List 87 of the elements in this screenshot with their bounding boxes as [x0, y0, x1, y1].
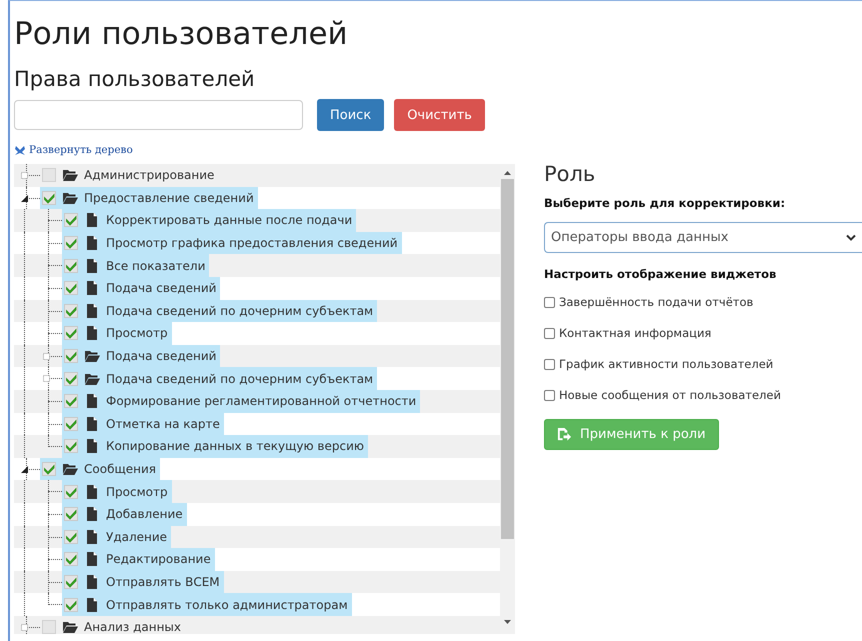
checkbox[interactable] — [64, 213, 78, 228]
tree-node[interactable]: Редактирование — [62, 548, 215, 571]
checkbox-label: Новые сообщения от пользователей — [559, 388, 781, 402]
checkbox[interactable] — [64, 236, 78, 250]
checkbox[interactable] — [64, 598, 78, 612]
tree-node[interactable]: Подача сведений — [62, 276, 220, 300]
tree-node[interactable]: Копирование данных в текущую версию — [62, 435, 368, 458]
field-label: Выберите роль для корректировки: — [544, 196, 786, 210]
checkbox[interactable] — [64, 507, 78, 522]
checkbox[interactable] — [64, 281, 78, 296]
tree-node[interactable]: Подача сведений — [62, 344, 220, 368]
document-icon — [84, 302, 100, 319]
checkbox[interactable] — [64, 372, 78, 386]
collapsed-node-icon[interactable] — [42, 374, 51, 384]
share-arrow-icon — [557, 427, 572, 442]
tree-node[interactable]: Удаление — [62, 526, 172, 548]
checkbox[interactable] — [42, 462, 56, 476]
scrollbar-thumb[interactable] — [501, 179, 514, 539]
role-select[interactable]: Операторы ввода данных — [544, 222, 862, 253]
collapsed-node-icon[interactable] — [20, 622, 29, 632]
document-icon — [84, 528, 100, 545]
section-label: Настроить отображение виджетов — [544, 267, 778, 281]
document-icon — [84, 393, 100, 410]
expand-tree-link[interactable]: Развернуть дерево — [14, 144, 133, 156]
document-icon — [84, 280, 100, 296]
folder-icon — [62, 167, 78, 184]
document-icon — [84, 574, 100, 590]
document-icon — [84, 258, 100, 274]
scroll-down-arrow-icon[interactable] — [503, 618, 512, 626]
checkbox[interactable] — [64, 326, 78, 340]
folder-icon — [62, 461, 78, 478]
page-title: Роли пользователей — [14, 15, 349, 53]
tree-node[interactable]: Все показатели — [62, 254, 210, 277]
tree-node[interactable]: Подача сведений по дочерним субъектам — [62, 367, 378, 390]
checkbox[interactable] — [64, 416, 78, 431]
action-button[interactable]: Поиск — [317, 99, 384, 131]
collapsed-node-icon[interactable] — [20, 171, 29, 180]
document-icon — [84, 212, 100, 228]
document-icon — [84, 325, 100, 342]
tree-node[interactable]: Корректировать данные после подачи — [62, 209, 356, 232]
section-heading: Роль — [544, 162, 596, 186]
tree-node[interactable]: Сообщения — [40, 458, 160, 480]
tree-node[interactable]: Отправлять ВСЕМ — [62, 570, 224, 594]
checkbox[interactable] — [64, 530, 78, 544]
tree-node[interactable]: Просмотр графика предоставления сведений — [62, 232, 402, 254]
search-field[interactable] — [14, 100, 303, 130]
tree-node[interactable]: Добавление — [62, 502, 187, 526]
checkbox[interactable] — [64, 304, 78, 318]
scrollbar[interactable] — [500, 164, 515, 634]
expanded-node-icon[interactable] — [20, 194, 29, 203]
checkbox[interactable] — [64, 484, 78, 499]
checkbox[interactable] — [544, 358, 555, 370]
checkbox-label: Контактная информация — [559, 326, 712, 340]
checkbox[interactable] — [64, 394, 78, 408]
checkbox[interactable] — [64, 258, 78, 273]
checkbox[interactable] — [544, 328, 555, 338]
tree-node[interactable]: Подача сведений по дочерним субъектам — [62, 300, 378, 322]
document-icon — [84, 596, 100, 613]
checkbox[interactable] — [64, 574, 78, 589]
chevron-down-icon — [846, 234, 856, 241]
checkbox-label: График активности пользователей — [559, 357, 774, 371]
tree-node[interactable]: Просмотр — [62, 322, 172, 345]
action-button[interactable]: Очистить — [394, 99, 485, 131]
folder-icon — [84, 348, 100, 364]
checkbox[interactable] — [64, 552, 78, 566]
expanded-node-icon[interactable] — [20, 464, 29, 474]
tree-node[interactable]: Отметка на карте — [62, 412, 224, 436]
tree-node[interactable]: Формирование регламентированной отчетности — [62, 390, 420, 413]
checkbox[interactable] — [544, 390, 555, 400]
document-icon — [84, 551, 100, 568]
document-icon — [84, 416, 100, 432]
scroll-up-arrow-icon[interactable] — [503, 169, 512, 177]
document-icon — [84, 438, 100, 454]
checkbox-label: Завершённость подачи отчётов — [559, 295, 754, 309]
tree-node[interactable]: Предоставление сведений — [40, 186, 258, 210]
collapsed-node-icon[interactable] — [42, 352, 51, 361]
checkbox[interactable] — [64, 349, 78, 364]
tree-node[interactable]: Отправлять только администраторам — [62, 593, 352, 616]
document-icon — [84, 506, 100, 522]
checkbox[interactable] — [42, 190, 56, 205]
tree-node[interactable]: Просмотр — [62, 480, 172, 503]
checkbox[interactable] — [544, 296, 555, 308]
folder-icon — [62, 619, 78, 634]
section-heading: Права пользователей — [14, 67, 256, 91]
document-icon — [84, 235, 100, 252]
document-icon — [84, 484, 100, 500]
checkbox[interactable] — [64, 439, 78, 454]
